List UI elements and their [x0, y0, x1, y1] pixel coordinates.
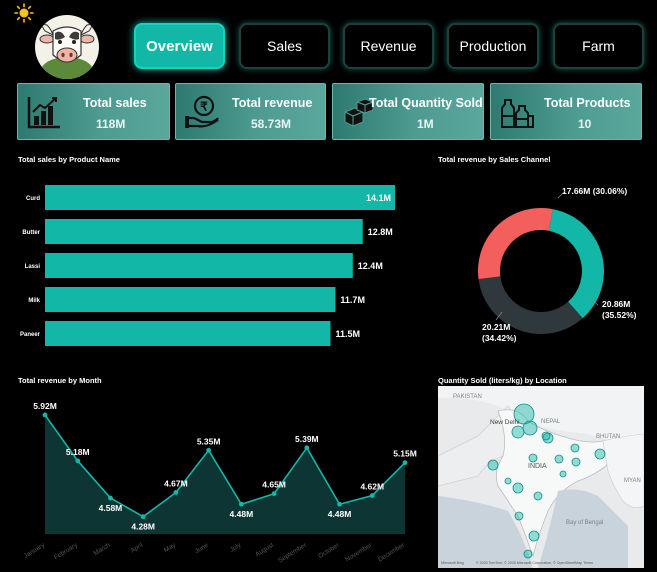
map-attribution: © 2025 TomTom, © 2025 Microsoft Corporat…: [476, 561, 593, 565]
kpi-title: Total revenue: [232, 96, 313, 110]
kpi-total-quantity-sold: Total Quantity Sold 1M: [332, 83, 484, 140]
kpi-value: 118M: [96, 117, 126, 131]
bar-value-label: 11.7M: [340, 295, 365, 305]
donut-slice-label: 20.86M (35.52%): [602, 299, 637, 320]
sun-icon[interactable]: [14, 3, 34, 23]
month-tick-label: November: [344, 541, 374, 563]
bar: [45, 185, 395, 210]
data-label: 5.15M: [393, 449, 417, 459]
data-label: 5.18M: [66, 447, 90, 457]
data-label: 5.35M: [197, 436, 221, 446]
data-point: [108, 495, 113, 501]
location-map[interactable]: PAKISTAN New Delhi NEPAL BHUTAN INDIA Ba…: [438, 386, 644, 568]
kpi-total-sales: Total sales 118M: [17, 83, 170, 140]
data-point: [238, 501, 244, 507]
revenue-by-month-chart: 5.92M January 5.18M February 4.58M March 4.28M…: [23, 401, 417, 565]
data-point: [206, 447, 212, 453]
sales-by-product-chart: Curd 14.1M Butter 12.8M Lassi 12.4M Milk 11.7M P…: [20, 185, 395, 346]
data-point: [75, 458, 81, 464]
donut-slice-label: 17.66M (30.06%): [562, 186, 627, 196]
data-label: 4.58M: [99, 503, 123, 513]
month-tick-label: August: [254, 542, 275, 559]
month-tick-label: December: [377, 541, 407, 563]
bar: [45, 287, 336, 312]
data-point: [271, 491, 277, 497]
month-tick-label: October: [317, 541, 341, 560]
data-label: 5.92M: [33, 401, 57, 411]
bar: [45, 321, 331, 346]
data-label: 4.28M: [131, 522, 155, 532]
data-point: [337, 501, 342, 507]
map-label-bhutan: BHUTAN: [596, 434, 620, 440]
map-label-nepal: NEPAL: [541, 419, 561, 425]
bar-value-label: 11.5M: [335, 329, 360, 339]
data-label: 4.48M: [230, 509, 254, 519]
bar: [45, 219, 363, 244]
data-point: [173, 490, 179, 495]
tab-revenue[interactable]: Revenue: [343, 23, 434, 69]
bar-value-label: 14.1M: [366, 193, 391, 203]
month-tick-label: February: [53, 541, 79, 561]
tab-sales[interactable]: Sales: [239, 23, 330, 69]
map-label-myanmar: MYAN: [624, 478, 641, 484]
kpi-value: 10: [578, 117, 592, 131]
bar: [45, 253, 353, 278]
month-tick-label: September: [277, 541, 308, 564]
tab-overview[interactable]: Overview: [134, 23, 225, 69]
cow-logo: [35, 15, 99, 79]
map-label-pakistan: PAKISTAN: [453, 394, 482, 400]
bar-category-label: Milk: [28, 298, 40, 304]
map-label-new-delhi: New Delhi: [490, 419, 520, 426]
bar-category-label: Butter: [22, 230, 40, 236]
map-label-india: INDIA: [528, 463, 547, 470]
kpi-title: Total Products: [544, 96, 631, 110]
sales-by-product-title: Total sales by Product Name: [18, 155, 120, 164]
month-tick-label: July: [229, 541, 243, 553]
data-label: 4.48M: [328, 509, 352, 519]
data-label: 4.62M: [360, 482, 384, 492]
data-point: [402, 460, 408, 466]
donut-slice: [548, 209, 604, 319]
kpi-value: 58.73M: [251, 117, 292, 131]
bar-chart-icon: [27, 97, 60, 129]
map-title: Quantity Sold (liters/kg) by Location: [438, 376, 567, 385]
tab-farm[interactable]: Farm: [553, 23, 644, 69]
donut-slice: [478, 208, 553, 280]
kpi-total-revenue: ₹ Total revenue 58.73M: [175, 83, 326, 140]
month-tick-label: June: [194, 542, 210, 556]
data-label: 5.39M: [295, 434, 319, 444]
bar-category-label: Curd: [26, 196, 40, 202]
map-label-bay: Bay of Bengal: [566, 520, 603, 526]
data-point: [369, 493, 375, 498]
month-tick-label: May: [163, 541, 178, 554]
tab-production[interactable]: Production: [447, 23, 539, 69]
revenue-by-channel-title: Total revenue by Sales Channel: [438, 155, 551, 164]
kpi-title: Total Quantity Sold: [369, 96, 483, 110]
bar-category-label: Paneer: [20, 332, 41, 338]
month-tick-label: April: [129, 541, 144, 554]
data-label: 4.67M: [164, 478, 188, 488]
bar-value-label: 12.4M: [358, 261, 383, 271]
revenue-by-channel-chart: 20.86M (35.52%)20.21M (34.42%)17.66M (30.0…: [478, 186, 637, 343]
data-point: [42, 412, 48, 418]
kpi-title: Total sales: [83, 96, 147, 110]
data-label: 4.65M: [262, 480, 286, 490]
map-bing-logo: Microsoft Bing: [441, 561, 464, 565]
data-point: [304, 445, 310, 451]
revenue-by-month-title: Total revenue by Month: [18, 376, 102, 385]
bar-category-label: Lassi: [25, 264, 41, 270]
kpi-total-products: Total Products 10: [490, 83, 642, 140]
milk-bottles-icon: [501, 99, 534, 128]
month-tick-label: January: [23, 541, 47, 560]
month-tick-label: March: [92, 542, 111, 558]
bar-value-label: 12.8M: [368, 227, 393, 237]
data-point: [140, 514, 146, 520]
kpi-value: 1M: [417, 117, 434, 131]
svg-text:₹: ₹: [200, 100, 208, 114]
rupee-hand-icon: ₹: [185, 95, 219, 128]
